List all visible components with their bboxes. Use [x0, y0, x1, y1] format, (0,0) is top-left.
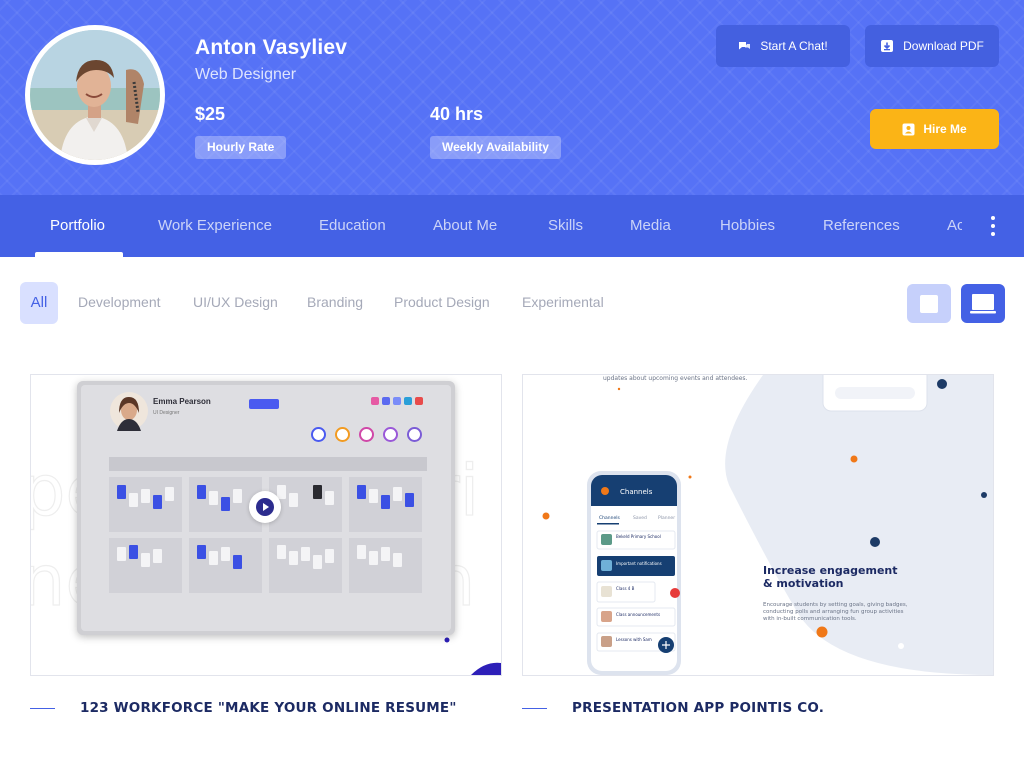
title-accent-line: [522, 708, 547, 709]
tab-media[interactable]: Media: [630, 217, 671, 234]
preview-social-chip: [404, 397, 412, 405]
preview-social-chip: [393, 397, 401, 405]
title-accent-line: [30, 708, 55, 709]
tab-portfolio[interactable]: Portfolio: [50, 217, 105, 234]
profile-name: Anton Vasyliev: [195, 36, 348, 59]
contact-card-icon: [902, 123, 915, 135]
preview-tab-strip: [109, 457, 427, 471]
download-pdf-button[interactable]: Download PDF: [865, 25, 999, 67]
filter-branding[interactable]: Branding: [307, 294, 363, 310]
grid-view-button[interactable]: [907, 284, 951, 323]
preview-headline-2: & motivation: [763, 577, 843, 590]
start-chat-label: Start A Chat!: [760, 39, 828, 53]
large-view-button[interactable]: [961, 284, 1005, 323]
tab-references[interactable]: References: [823, 217, 900, 234]
project-thumbnail-workforce[interactable]: pe ri ne n Emma Pearson UI Designer: [30, 374, 502, 676]
preview-headline-1: Increase engagement: [763, 564, 898, 577]
preview-skill-ring: [335, 427, 350, 442]
preview-avatar: [110, 392, 148, 431]
tab-skills[interactable]: Skills: [548, 217, 583, 234]
download-icon: [881, 40, 894, 52]
preview-body-3: with in-built communication tools.: [763, 616, 857, 622]
start-chat-button[interactable]: Start A Chat!: [716, 25, 850, 67]
preview-name: Emma Pearson: [153, 397, 211, 406]
preview-social-chip: [382, 397, 390, 405]
filter-product-design[interactable]: Product Design: [394, 294, 490, 310]
tab-education[interactable]: Education: [319, 217, 386, 234]
app-list-item: Class announcements: [616, 612, 660, 617]
preview-hire-button: [249, 399, 279, 409]
tab-work-experience[interactable]: Work Experience: [158, 217, 272, 234]
preview-body-1: Encourage students by setting goals, giv…: [763, 602, 908, 608]
filter-ui-ux-design[interactable]: UI/UX Design: [193, 294, 278, 310]
filter-all[interactable]: All: [20, 282, 58, 324]
preview-skill-ring: [311, 427, 326, 442]
hourly-rate-value: $25: [195, 104, 226, 124]
hourly-rate-label: Hourly Rate: [195, 136, 287, 159]
more-tabs-menu-icon[interactable]: [983, 210, 1003, 242]
app-list-item: Class 4 B: [616, 586, 635, 591]
active-tab-indicator: [35, 252, 123, 257]
project-title[interactable]: PRESENTATION APP POINTIS CO.: [572, 700, 824, 716]
preview-body-2: conducting polls and arranging fun group…: [763, 609, 904, 615]
availability-label: Weekly Availability: [430, 136, 561, 159]
project-thumbnail-pointis[interactable]: updates about upcoming events and attend…: [522, 374, 994, 676]
app-tab: Saved: [633, 515, 647, 521]
preview-skill-ring: [359, 427, 374, 442]
chat-icon: [739, 42, 751, 50]
preview-social-chip: [415, 397, 423, 405]
preview-caption: updates about upcoming events and attend…: [603, 375, 748, 382]
large-view-icon: [970, 293, 996, 313]
preview-skill-ring: [383, 427, 398, 442]
profile-role: Web Designer: [195, 66, 297, 83]
grid-view-icon: [920, 294, 938, 313]
filter-development[interactable]: Development: [78, 294, 161, 310]
app-list-item: Bekeld Primary School: [616, 534, 661, 539]
play-video-icon[interactable]: [249, 491, 281, 523]
download-pdf-label: Download PDF: [903, 39, 984, 53]
tab-about-me[interactable]: About Me: [433, 217, 497, 234]
app-list-item: Lessons with Sam: [616, 637, 652, 642]
tab-hobbies[interactable]: Hobbies: [720, 217, 775, 234]
app-header: Channels: [620, 488, 653, 496]
filter-experimental[interactable]: Experimental: [522, 294, 604, 310]
preview-role: UI Designer: [153, 410, 180, 416]
avatar: [25, 25, 165, 165]
project-title[interactable]: 123 WORKFORCE "MAKE YOUR ONLINE RESUME": [80, 700, 457, 716]
hire-me-label: Hire Me: [923, 122, 967, 136]
hire-me-button[interactable]: Hire Me: [870, 109, 999, 149]
app-tab: Planner: [658, 515, 675, 521]
availability-value: 40 hrs: [430, 104, 484, 124]
app-tab: Channels: [599, 515, 620, 521]
app-list-item: Important notifications: [616, 561, 662, 566]
preview-social-chip: [371, 397, 379, 405]
preview-skill-ring: [407, 427, 422, 442]
